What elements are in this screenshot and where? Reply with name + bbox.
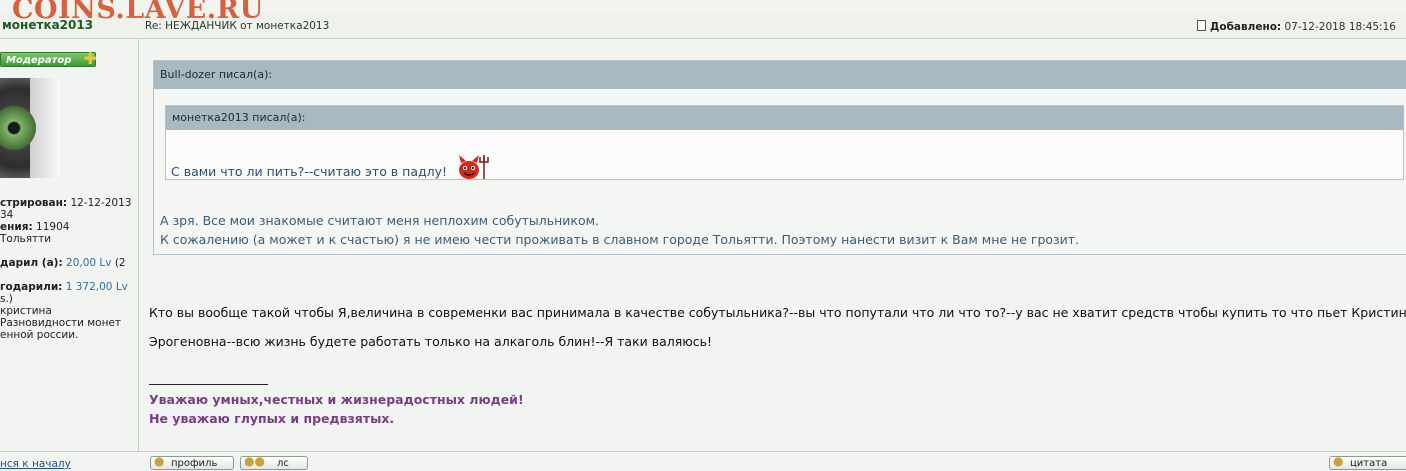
quote-button[interactable]: ● цитата (1329, 454, 1406, 470)
devil-smiley-icon (457, 154, 491, 183)
info-extra-2: кристина (0, 305, 52, 317)
outer-quote: Bull-dozer писал(а): монетка2013 писал(а… (153, 60, 1406, 255)
inner-quote-text-wrap: С вами что ли пить?--считаю это в падлу! (171, 154, 491, 183)
gifted-label: дарил (а): (0, 257, 63, 269)
quote-icon: ● (1333, 454, 1344, 468)
thanked-info: годарили: 1 372,00 Lv (0, 281, 128, 293)
profile-button-label: профиль (171, 458, 218, 469)
city-info: Тольятти (0, 233, 52, 245)
inner-quote-text: С вами что ли пить?--считаю это в падлу! (171, 164, 448, 179)
posts-label: ения: (0, 221, 33, 233)
quote-button-label: цитата (1350, 458, 1388, 469)
inner-quote: монетка2013 писал(а): С вами что ли пить… (165, 105, 1404, 180)
outer-quote-header: Bull-dozer писал(а): (154, 61, 1406, 89)
gifted-suffix: (2 (114, 257, 126, 269)
inner-quote-header: монетка2013 писал(а): (166, 106, 1403, 130)
info-extra-3: Разновидности монет (0, 317, 122, 329)
registered-value: 12-12-2013 (70, 197, 132, 209)
registered-info: стрирован: 12-12-2013 (0, 197, 131, 209)
reply-line-2: К сожалению (а может и к счастью) я не и… (160, 232, 1080, 247)
moderator-badge: Модератор ✚ (0, 49, 97, 68)
footer-divider (0, 451, 1406, 452)
star-icon: ✚ (83, 49, 97, 68)
document-icon (1197, 20, 1207, 31)
gifted-value[interactable]: 20,00 Lv (66, 257, 111, 269)
reply-line-1: А зря. Все мои знакомые считают меня неп… (160, 213, 600, 228)
back-to-top-link[interactable]: нся к началу (0, 458, 71, 470)
info-extra-1: s.) (0, 293, 13, 305)
info-line: 34 (0, 209, 14, 221)
thanked-label: годарили: (0, 281, 63, 293)
column-divider (138, 39, 139, 451)
post-date: Добавлено: 07-12-2018 18:45:16 (1197, 20, 1396, 33)
post-date-value: 07-12-2018 18:45:16 (1284, 21, 1396, 33)
signature-divider (149, 384, 268, 385)
gifted-info: дарил (а): 20,00 Lv (2 (0, 257, 126, 269)
posts-value: 11904 (36, 221, 70, 233)
avatar[interactable] (0, 78, 60, 178)
posts-info: ения: 11904 (0, 221, 69, 233)
signature-line-1: Уважаю умных,честных и жизнерадостных лю… (149, 392, 524, 407)
post-date-label: Добавлено: (1210, 21, 1282, 33)
registered-label: стрирован: (0, 197, 68, 209)
signature-line-2: Не уважаю глупых и предвзятых. (149, 411, 395, 426)
info-extra-4: енной россии. (0, 329, 79, 341)
pm-button[interactable]: ●● лс (240, 454, 308, 470)
site-watermark: COINS.LAVE.RU (12, 0, 264, 25)
moderator-badge-label: Модератор (6, 55, 72, 66)
users-icon: ●● (244, 454, 265, 468)
post-body-line-2: Эрогеновна--всю жизнь будете работать то… (149, 334, 713, 349)
post-body-line-1: Кто вы вообще такой чтобы Я,величина в с… (149, 305, 1406, 320)
thanked-value[interactable]: 1 372,00 Lv (66, 281, 128, 293)
pm-button-label: лс (277, 458, 289, 469)
user-icon: ● (154, 454, 165, 468)
profile-button[interactable]: ● профиль (150, 454, 234, 470)
outer-quote-reply: А зря. Все мои знакомые считают меня неп… (160, 211, 1079, 249)
